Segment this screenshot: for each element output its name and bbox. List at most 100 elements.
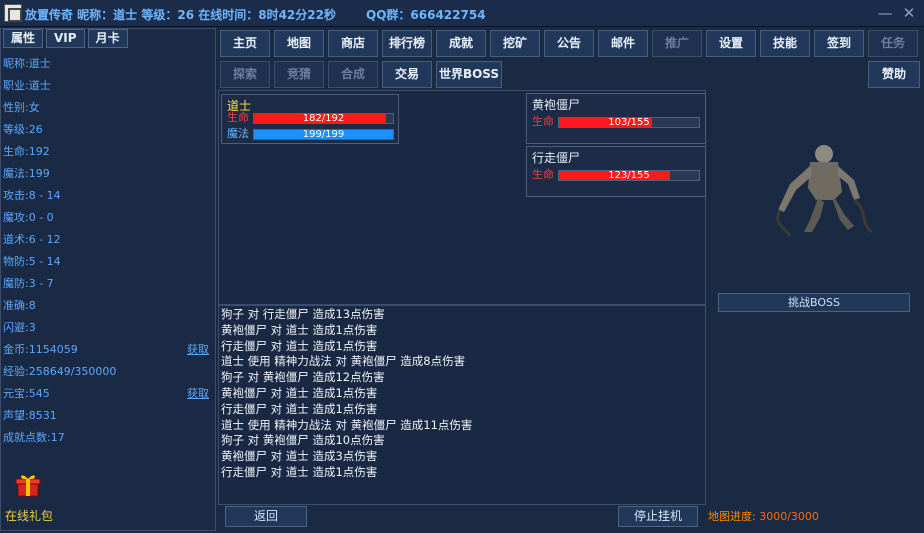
stat-label: 性别:	[3, 101, 29, 114]
stat-label: 成就点数:	[3, 431, 51, 444]
stat-label: 魔法:	[3, 167, 29, 180]
nav-map-button[interactable]: 地图	[274, 30, 324, 57]
hp-label: 生命	[227, 111, 249, 124]
online-gift-label[interactable]: 在线礼包	[5, 507, 53, 524]
battle-area: 道士 生命 182/192 魔法 199/199 黄袍僵尸 生命 103/155	[218, 90, 706, 305]
stat-value: 17	[50, 431, 65, 444]
nav-home-button[interactable]: 主页	[220, 30, 270, 57]
enemy-name: 行走僵尸	[532, 151, 581, 165]
close-icon[interactable]: ✕	[900, 3, 918, 23]
stat-value: 8 - 14	[28, 189, 61, 202]
stat-row: 道术:6 - 12	[3, 229, 215, 251]
stat-value: 道士	[28, 79, 51, 92]
log-line: 道士 使用 精神力战法 对 黄袍僵尸 造成8点伤害	[221, 354, 466, 369]
stat-value: 女	[28, 101, 40, 114]
tab-monthly-card[interactable]: 月卡	[87, 29, 128, 48]
mp-label: 魔法	[227, 127, 249, 140]
stat-value: 5 - 14	[28, 255, 61, 268]
stat-label: 生命:	[3, 145, 29, 158]
qq-group-text: QQ群：666422754	[366, 8, 486, 22]
tab-vip[interactable]: VIP	[46, 29, 85, 48]
stat-row: 昵称:道士	[3, 53, 215, 75]
enemy-card[interactable]: 行走僵尸 生命 123/155	[526, 146, 706, 197]
log-line: 黄袍僵尸 对 道士 造成1点伤害	[221, 322, 378, 337]
stat-row: 声望:8531	[3, 405, 215, 427]
nav-craft-button[interactable]: 合成	[328, 61, 378, 88]
stat-row: 魔防:3 - 7	[3, 273, 215, 295]
stat-label: 道术:	[3, 233, 29, 246]
stat-label: 声望:	[3, 409, 29, 422]
stat-row: 职业:道士	[3, 75, 215, 97]
player-hp-bar: 生命 182/192	[227, 111, 397, 125]
combat-log-lines: 狗子 对 行走僵尸 造成13点伤害 黄袍僵尸 对 道士 造成1点伤害 行走僵尸 对 …	[219, 307, 472, 481]
nav-guess-button[interactable]: 竞猜	[274, 61, 324, 88]
get-gold-link[interactable]: 获取	[187, 339, 209, 361]
hp-text: 123/155	[608, 170, 650, 181]
stat-value: 道士	[28, 57, 51, 70]
nav-promote-button[interactable]: 推广	[652, 30, 702, 57]
nav-quest-button[interactable]: 任务	[868, 30, 918, 57]
log-line: 黄袍僵尸 对 道士 造成1点伤害	[221, 385, 378, 400]
log-line: 行走僵尸 对 道士 造成1点伤害	[221, 401, 378, 416]
nav-skills-button[interactable]: 技能	[760, 30, 810, 57]
nav-shop-button[interactable]: 商店	[328, 30, 378, 57]
nav-notice-button[interactable]: 公告	[544, 30, 594, 57]
stat-row: 闪避:3	[3, 317, 215, 339]
stat-row: 成就点数:17	[3, 427, 215, 449]
enemy-card[interactable]: 黄袍僵尸 生命 103/155	[526, 93, 706, 144]
stat-label: 魔攻:	[3, 211, 29, 224]
character-tabs: 属性 VIP 月卡	[3, 29, 128, 49]
nav-settings-button[interactable]: 设置	[706, 30, 756, 57]
challenge-boss-button[interactable]: 挑战BOSS	[718, 293, 910, 312]
get-ingot-link[interactable]: 获取	[187, 383, 209, 405]
stat-value: 1154059	[28, 343, 78, 356]
mp-track: 199/199	[253, 129, 394, 140]
combat-log: 狗子 对 行走僵尸 造成13点伤害 黄袍僵尸 对 道士 造成1点伤害 行走僵尸 对 …	[218, 305, 706, 505]
nav-ranking-button[interactable]: 排行榜	[382, 30, 432, 57]
stat-value: 3 - 7	[28, 277, 54, 290]
nav-achievement-button[interactable]: 成就	[436, 30, 486, 57]
stat-value: 545	[28, 387, 50, 400]
map-progress-label: 地图进度:	[708, 510, 756, 523]
hp-text: 103/155	[608, 117, 650, 128]
title-bar: 放置传奇 昵称：道士 等级：26 在线时间：8时42分22秒 QQ群：66642…	[0, 0, 924, 27]
gift-icon[interactable]	[15, 472, 41, 498]
window-title: 放置传奇 昵称：道士 等级：26 在线时间：8时42分22秒	[25, 8, 336, 22]
minimize-icon[interactable]: —	[876, 3, 894, 23]
enemy-hp-bar: 生命 123/155	[532, 168, 702, 182]
stats-list: 昵称:道士 职业:道士 性别:女 等级:26 生命:192 魔法:199 攻击:8 - 14…	[3, 53, 215, 449]
hp-track: 182/192	[253, 113, 394, 124]
nav-world-boss-button[interactable]: 世界BOSS	[436, 61, 502, 88]
enemy-name: 黄袍僵尸	[532, 98, 581, 112]
log-line: 行走僵尸 对 道士 造成1点伤害	[221, 338, 378, 353]
player-card: 道士 生命 182/192 魔法 199/199	[221, 94, 399, 144]
nav-mail-button[interactable]: 邮件	[598, 30, 648, 57]
app-icon	[4, 4, 22, 22]
log-line: 黄袍僵尸 对 道士 造成3点伤害	[221, 449, 378, 464]
stat-value: 8	[28, 299, 36, 312]
zombie-monster-icon	[776, 145, 873, 237]
hp-label: 生命	[532, 168, 554, 181]
character-panel: 属性 VIP 月卡 昵称:道士 职业:道士 性别:女 等级:26 生命:192 魔法:19…	[0, 28, 216, 531]
stat-value: 8531	[28, 409, 57, 422]
stat-label: 闪避:	[3, 321, 29, 334]
map-progress: 地图进度: 3000/3000	[708, 508, 819, 524]
nav-explore-button[interactable]: 探索	[220, 61, 270, 88]
stat-value: 6 - 12	[28, 233, 61, 246]
stop-idle-button[interactable]: 停止挂机	[618, 506, 698, 527]
back-button[interactable]: 返回	[225, 506, 307, 527]
stat-label: 等级:	[3, 123, 29, 136]
nav-sign-in-button[interactable]: 签到	[814, 30, 864, 57]
log-line: 狗子 对 黄袍僵尸 造成10点伤害	[221, 433, 385, 448]
stat-value: 26	[28, 123, 43, 136]
sponsor-button[interactable]: 赞助	[868, 61, 920, 88]
stat-label: 职业:	[3, 79, 29, 92]
hp-text: 182/192	[302, 113, 345, 124]
map-progress-value: 3000/3000	[759, 510, 819, 523]
stat-row: 等级:26	[3, 119, 215, 141]
log-line: 行走僵尸 对 道士 造成1点伤害	[221, 464, 378, 479]
tab-attributes[interactable]: 属性	[3, 29, 44, 48]
stat-label: 魔防:	[3, 277, 29, 290]
nav-trade-button[interactable]: 交易	[382, 61, 432, 88]
nav-mining-button[interactable]: 挖矿	[490, 30, 540, 57]
